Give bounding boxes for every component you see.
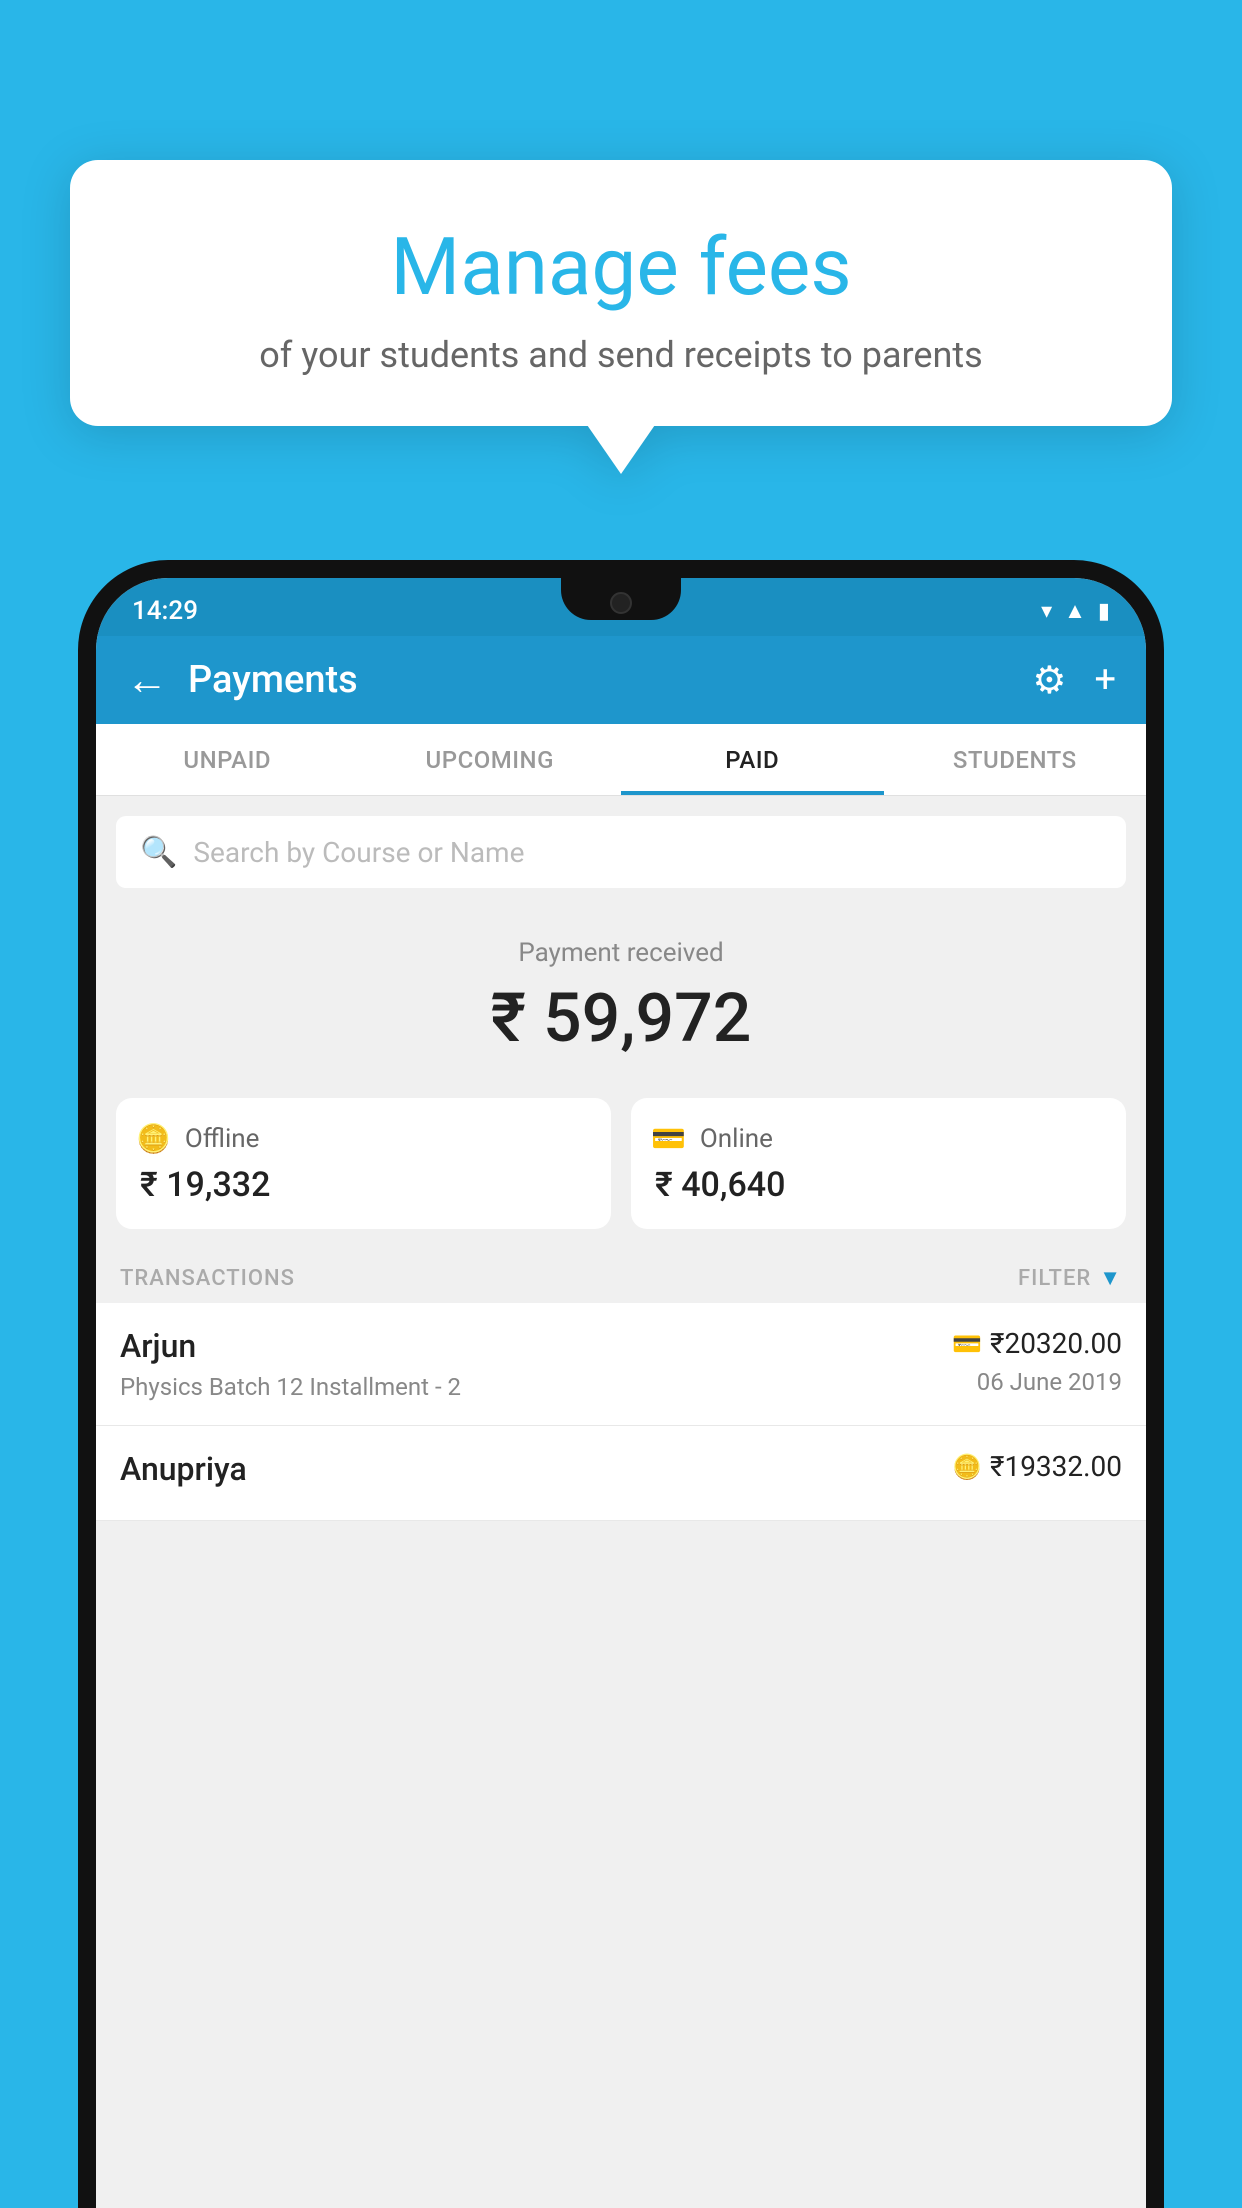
filter-button[interactable]: FILTER ▼ (1018, 1265, 1122, 1291)
speech-bubble-subtitle: of your students and send receipts to pa… (120, 334, 1122, 376)
card-payment-icon: 💳 (952, 1330, 982, 1358)
offline-amount: ₹ 19,332 (136, 1165, 591, 1205)
signal-icon: ▲ (1064, 598, 1086, 624)
phone-screen: 14:29 ▾ ▲ ▮ ← Payments ⚙ + UNPAID UPCOMI… (96, 578, 1146, 2208)
tab-unpaid[interactable]: UNPAID (96, 724, 359, 795)
online-icon: 💳 (651, 1122, 686, 1155)
tx-date: 06 June 2019 (952, 1368, 1122, 1396)
transactions-header: TRANSACTIONS FILTER ▼ (96, 1249, 1146, 1303)
transactions-label: TRANSACTIONS (120, 1266, 295, 1291)
tx-name: Arjun (120, 1327, 461, 1365)
tab-upcoming[interactable]: UPCOMING (359, 724, 622, 795)
filter-icon: ▼ (1099, 1265, 1122, 1291)
content-area: 🔍 Search by Course or Name Payment recei… (96, 796, 1146, 2208)
offline-icon: 🪙 (136, 1122, 171, 1155)
tx-right: 🪙 ₹19332.00 (952, 1450, 1122, 1491)
offline-label: Offline (185, 1124, 260, 1154)
payment-received-label: Payment received (96, 938, 1146, 968)
status-icons: ▾ ▲ ▮ (1041, 590, 1110, 624)
tab-students[interactable]: STUDENTS (884, 724, 1147, 795)
table-row[interactable]: Anupriya 🪙 ₹19332.00 (96, 1426, 1146, 1521)
battery-icon: ▮ (1098, 599, 1110, 624)
settings-icon[interactable]: ⚙ (1032, 658, 1066, 703)
tx-amount: 🪙 ₹19332.00 (952, 1450, 1122, 1483)
status-time: 14:29 (132, 588, 198, 626)
tabs-bar: UNPAID UPCOMING PAID STUDENTS (96, 724, 1146, 796)
payment-cards: 🪙 Offline ₹ 19,332 💳 Online ₹ 40,640 (96, 1078, 1146, 1249)
app-header: ← Payments ⚙ + (96, 636, 1146, 724)
header-icons: ⚙ + (1032, 658, 1116, 703)
phone-frame: 14:29 ▾ ▲ ▮ ← Payments ⚙ + UNPAID UPCOMI… (78, 560, 1164, 2208)
cash-payment-icon: 🪙 (952, 1453, 982, 1481)
tx-amount: 💳 ₹20320.00 (952, 1327, 1122, 1360)
offline-payment-card: 🪙 Offline ₹ 19,332 (116, 1098, 611, 1229)
search-icon: 🔍 (140, 835, 177, 870)
online-payment-card: 💳 Online ₹ 40,640 (631, 1098, 1126, 1229)
tx-name: Anupriya (120, 1450, 247, 1488)
tx-left: Anupriya (120, 1450, 247, 1496)
payment-received-amount: ₹ 59,972 (96, 978, 1146, 1058)
speech-bubble-title: Manage fees (120, 220, 1122, 314)
online-amount: ₹ 40,640 (651, 1165, 1106, 1205)
header-title: Payments (188, 658, 1032, 702)
wifi-icon: ▾ (1041, 599, 1052, 624)
add-icon[interactable]: + (1094, 658, 1116, 702)
payment-received-section: Payment received ₹ 59,972 (96, 908, 1146, 1078)
camera-dot (610, 592, 632, 614)
tx-desc: Physics Batch 12 Installment - 2 (120, 1373, 461, 1401)
back-button[interactable]: ← (126, 656, 168, 705)
search-placeholder: Search by Course or Name (193, 836, 524, 869)
speech-bubble: Manage fees of your students and send re… (70, 160, 1172, 426)
filter-label: FILTER (1018, 1266, 1091, 1291)
search-bar[interactable]: 🔍 Search by Course or Name (116, 816, 1126, 888)
table-row[interactable]: Arjun Physics Batch 12 Installment - 2 💳… (96, 1303, 1146, 1426)
tx-left: Arjun Physics Batch 12 Installment - 2 (120, 1327, 461, 1401)
online-label: Online (700, 1124, 773, 1154)
tx-right: 💳 ₹20320.00 06 June 2019 (952, 1327, 1122, 1396)
tab-paid[interactable]: PAID (621, 724, 884, 795)
